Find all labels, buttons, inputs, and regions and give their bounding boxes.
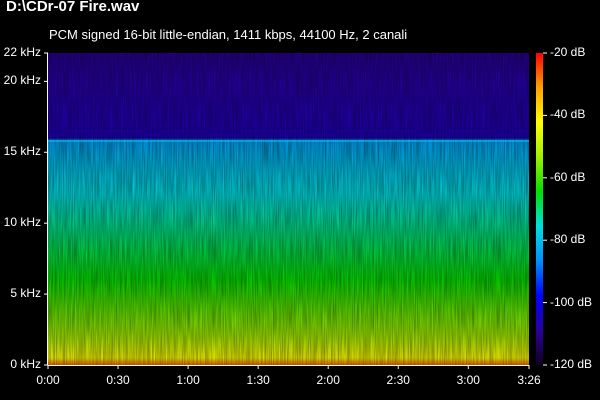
y-tick-label: 10 kHz bbox=[3, 215, 41, 230]
y-tick-label: 5 kHz bbox=[10, 286, 41, 301]
colorbar bbox=[536, 53, 543, 365]
y-tick-label: 0 kHz bbox=[10, 357, 41, 371]
spectrogram-chart bbox=[44, 52, 547, 369]
x-tick-label: 1:00 bbox=[176, 373, 200, 387]
x-tick-label: 2:30 bbox=[386, 373, 410, 387]
spectrogram-texture bbox=[48, 53, 529, 365]
x-tick-label: 2:00 bbox=[316, 373, 340, 387]
x-tick-label: 0:00 bbox=[36, 373, 60, 387]
y-tick-label: 15 kHz bbox=[3, 144, 41, 159]
y-tick-label: 20 kHz bbox=[3, 73, 41, 88]
y-tick-label: 22 kHz bbox=[3, 45, 41, 59]
colorbar-tick-label: -20 dB bbox=[550, 45, 586, 59]
x-tick-label: 1:30 bbox=[246, 373, 270, 387]
colorbar-tick-label: -60 dB bbox=[550, 169, 586, 184]
colorbar-tick-label: -40 dB bbox=[550, 107, 586, 122]
x-tick-label: 3:26 bbox=[517, 373, 541, 387]
x-tick-label: 0:30 bbox=[106, 373, 130, 387]
colorbar-tick-label: -80 dB bbox=[550, 232, 586, 247]
colorbar-tick-label: -100 dB bbox=[550, 294, 593, 309]
x-tick-label: 3:00 bbox=[456, 373, 480, 387]
colorbar-tick-label: -120 dB bbox=[550, 357, 593, 371]
